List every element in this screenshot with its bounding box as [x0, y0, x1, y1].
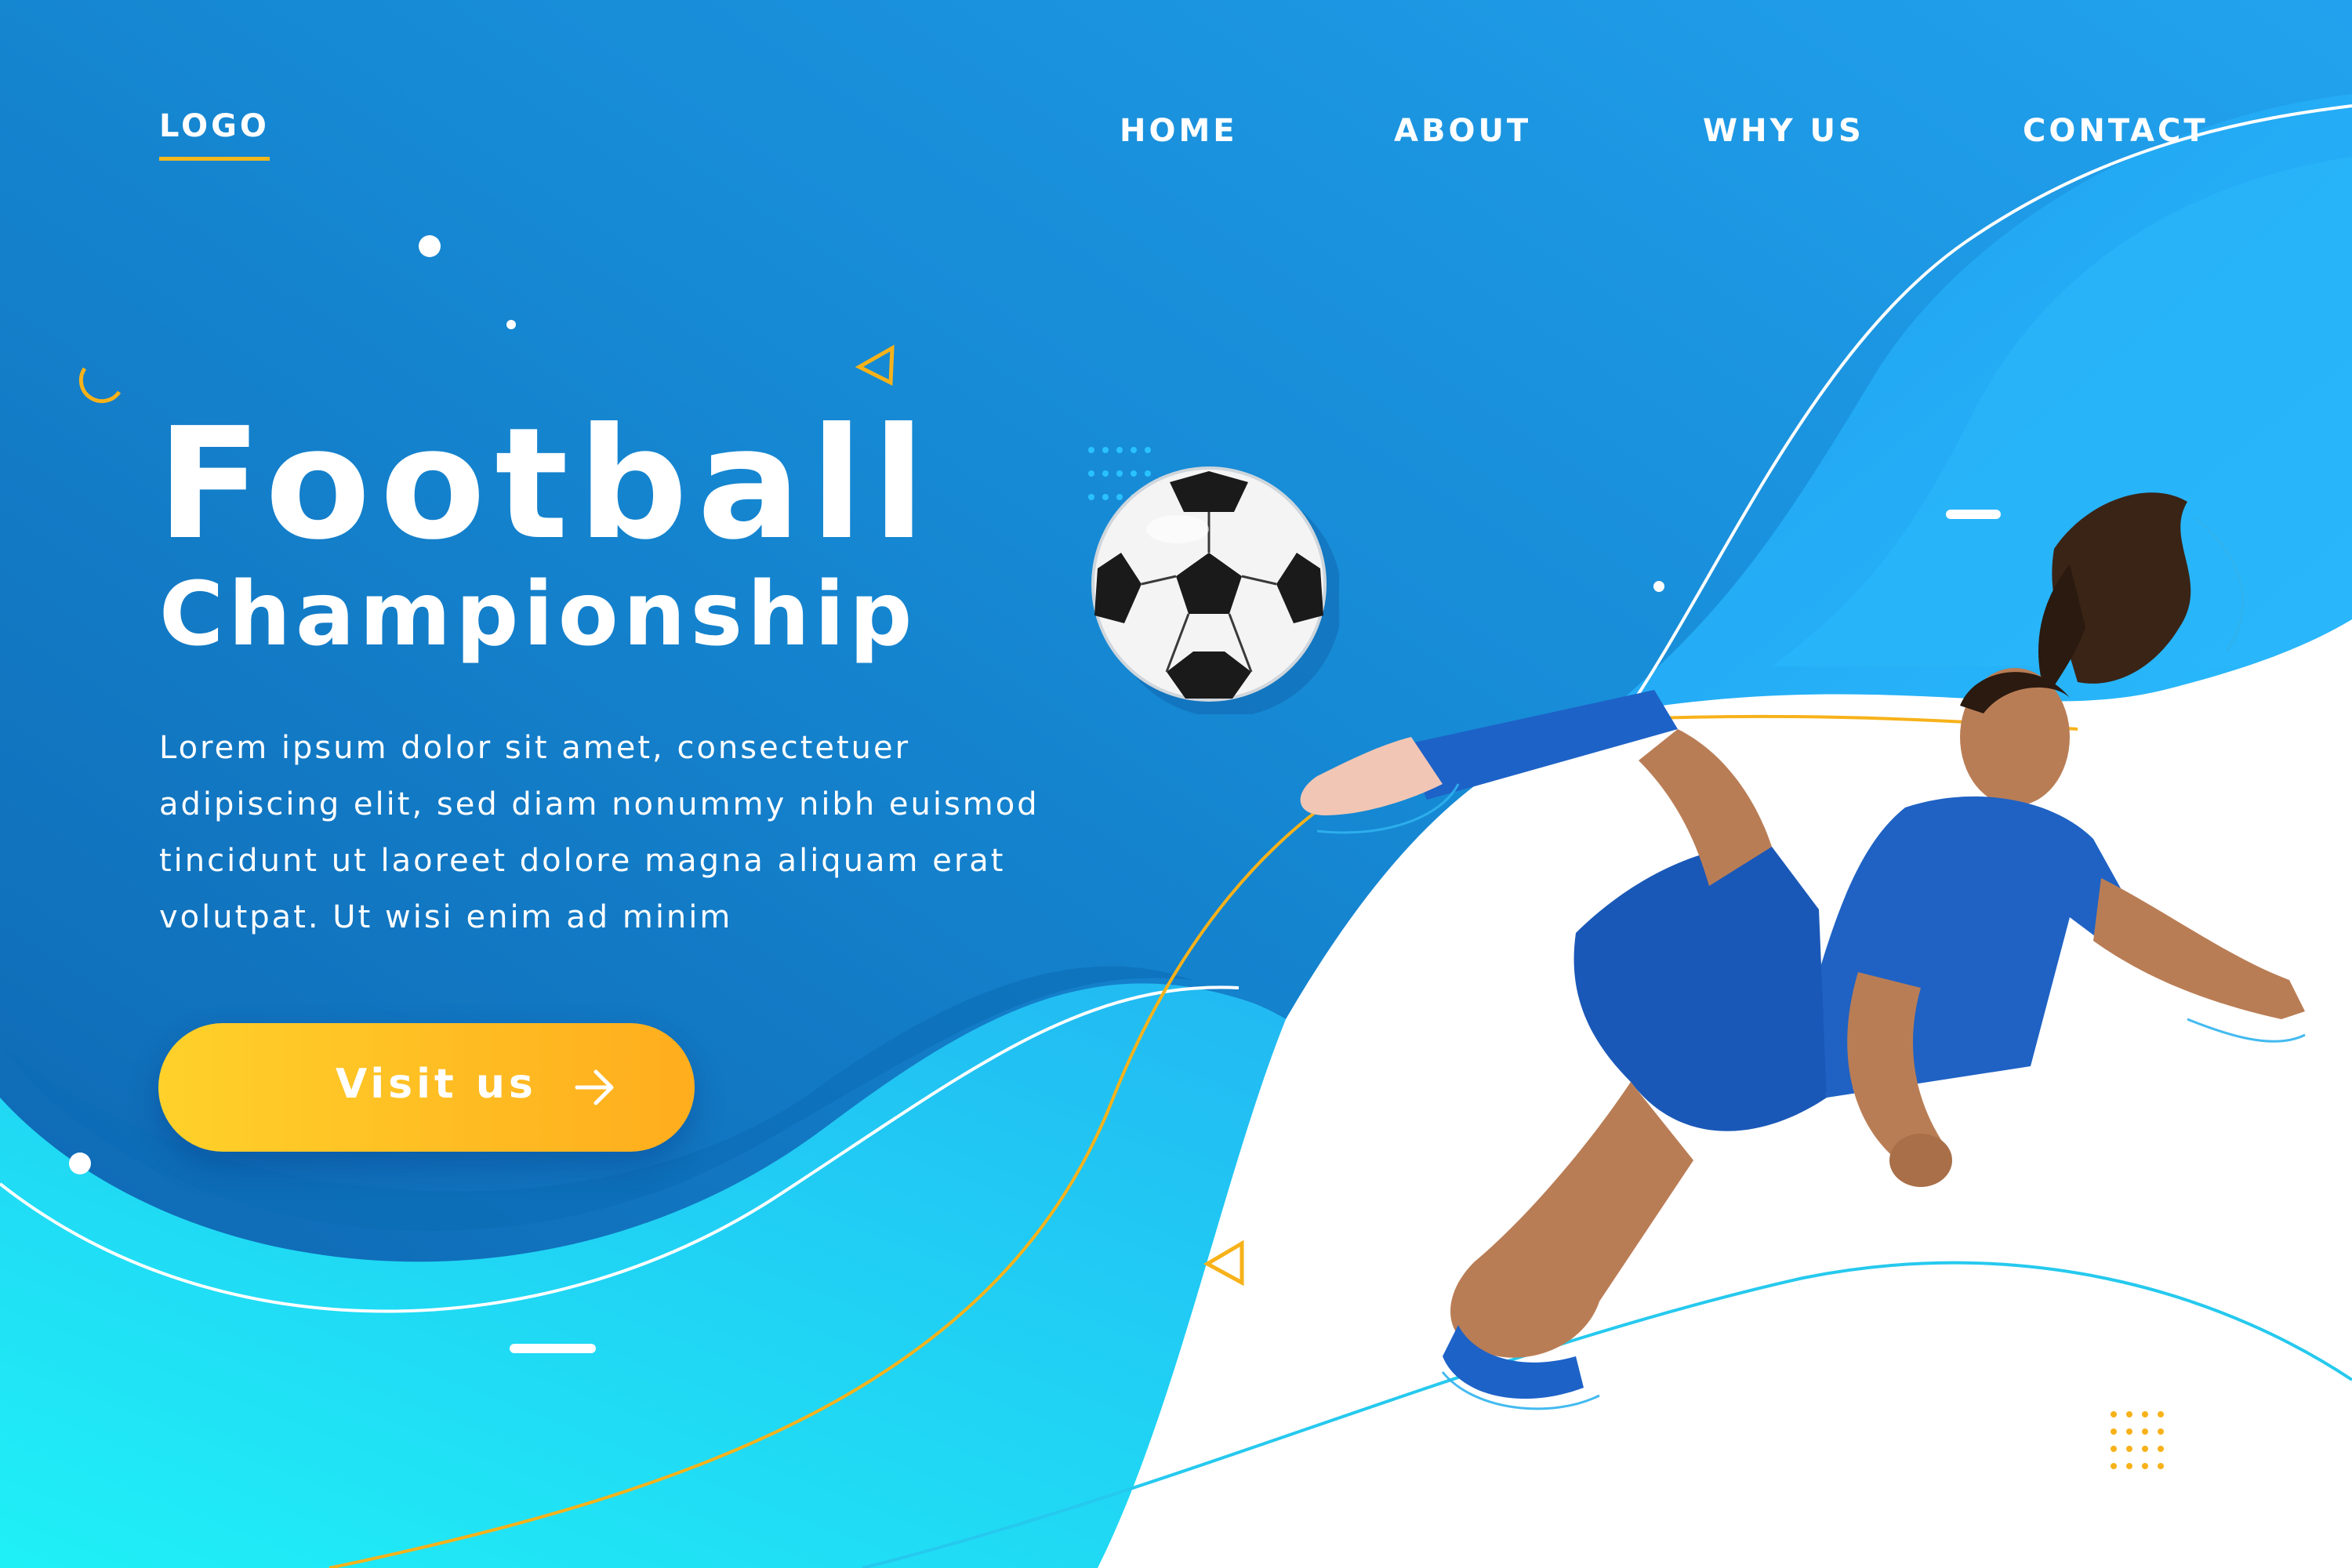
hero-subtitle: Championship [159, 564, 917, 666]
dot-white-4 [69, 1152, 91, 1174]
nav-item-why-us[interactable]: WHY US [1703, 113, 1864, 149]
nav-item-contact[interactable]: CONTACT [2023, 113, 2209, 149]
dash-white-2 [510, 1344, 596, 1353]
football-player-image [1300, 492, 2306, 1410]
nav-item-home[interactable]: HOME [1120, 113, 1238, 149]
hero-description: Lorem ipsum dolor sit amet, consectetuer… [159, 730, 1040, 935]
visit-us-button[interactable]: Visit us [158, 1023, 695, 1152]
landing-page: LOGO HOME ABOUT WHY US CONTACT Football … [0, 0, 2352, 1568]
hero-title: Football [157, 395, 935, 574]
visit-us-button-label: Visit us [336, 1061, 537, 1108]
nav-item-about[interactable]: ABOUT [1394, 113, 1531, 149]
main-nav: HOME ABOUT WHY US CONTACT [0, 113, 2352, 160]
dot-white-1 [419, 235, 441, 257]
dot-white-2 [506, 320, 516, 329]
arrow-right-icon [575, 1069, 614, 1105]
